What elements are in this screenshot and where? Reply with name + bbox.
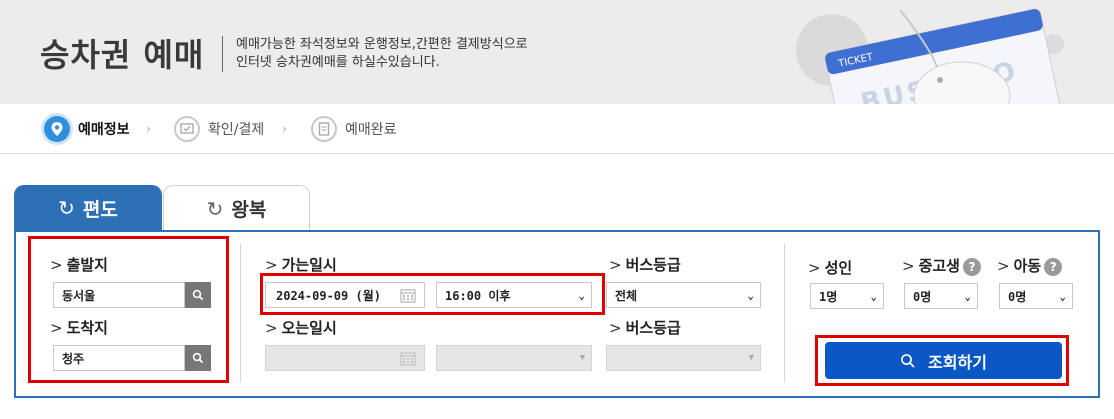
- chevron-down-icon: ⌄: [870, 289, 877, 303]
- divider: [240, 244, 241, 382]
- tab-one-way[interactable]: ↻ 편도: [14, 185, 162, 231]
- page-title: 승차권 예매: [40, 36, 205, 74]
- go-date-label: > 가는일시: [265, 256, 337, 274]
- student-label: > 중고생?: [902, 255, 981, 276]
- child-label: > 아동?: [997, 255, 1063, 276]
- search-highlight: [815, 335, 1069, 386]
- adult-count-select[interactable]: 1명 ⌄: [810, 283, 884, 309]
- chevron-down-icon: ⌄: [964, 289, 971, 303]
- go-grade-value: 전체: [615, 288, 638, 303]
- return-date-label: > 오는일시: [265, 319, 337, 337]
- return-grade-label: > 버스등급: [609, 319, 681, 337]
- caret-down-icon: ▼: [748, 353, 754, 363]
- tab-round-trip[interactable]: ↻ 왕복: [163, 185, 310, 231]
- return-time-select[interactable]: ▼: [436, 345, 592, 371]
- payment-check-icon: [174, 116, 200, 142]
- ticket-mouse-illustration: TICKET BUSTAGO: [796, 8, 1064, 104]
- adult-label: > 성인: [808, 259, 853, 277]
- schedule-highlight: [260, 273, 605, 315]
- refresh-icon: ↻: [206, 196, 224, 221]
- refresh-icon: ↻: [58, 196, 75, 220]
- student-count-select[interactable]: 0명 ⌄: [904, 283, 978, 309]
- return-grade-select[interactable]: ▼: [606, 345, 761, 371]
- title-divider: [222, 36, 223, 72]
- adult-count-value: 1명: [819, 289, 838, 304]
- step-label: 확인/결제: [208, 122, 265, 138]
- chevron-right-icon: ›: [146, 122, 151, 136]
- help-icon[interactable]: ?: [962, 257, 981, 276]
- tab-label: 편도: [82, 198, 118, 221]
- child-count-value: 0명: [1008, 289, 1027, 304]
- step-reservation-info: 예매정보: [44, 115, 130, 143]
- booking-steps: 예매정보 › 확인/결제 › 예매완료: [0, 104, 1114, 154]
- calendar-icon: [400, 352, 416, 366]
- step-complete: 예매완료: [311, 115, 397, 143]
- location-pin-icon: [44, 116, 70, 142]
- chevron-down-icon: ⌄: [1059, 289, 1066, 303]
- student-count-value: 0명: [913, 289, 932, 304]
- chevron-right-icon: ›: [282, 122, 287, 136]
- tab-label: 왕복: [231, 199, 267, 221]
- chevron-down-icon: ⌄: [747, 288, 754, 302]
- return-date-field[interactable]: [265, 345, 425, 371]
- go-grade-label: > 버스등급: [609, 256, 681, 274]
- help-icon[interactable]: ?: [1044, 257, 1063, 276]
- caret-down-icon: ▼: [579, 353, 585, 363]
- go-grade-select[interactable]: 전체 ⌄: [606, 282, 761, 308]
- page-description: 예매가능한 좌석정보와 운행정보,간편한 결제방식으로 인터넷 승차권예매를 하…: [236, 36, 528, 72]
- route-highlight: [28, 236, 229, 383]
- header-banner: 승차권 예매 예매가능한 좌석정보와 운행정보,간편한 결제방식으로 인터넷 승…: [0, 0, 1114, 104]
- step-label: 예매완료: [345, 122, 397, 138]
- step-label: 예매정보: [78, 122, 130, 138]
- description-line-2: 인터넷 승차권예매를 하실수있습니다.: [236, 55, 440, 70]
- document-icon: [311, 116, 337, 142]
- step-confirm-payment: 확인/결제: [174, 115, 264, 143]
- child-count-select[interactable]: 0명 ⌄: [999, 283, 1073, 309]
- divider: [784, 244, 785, 382]
- description-line-1: 예매가능한 좌석정보와 운행정보,간편한 결제방식으로: [236, 37, 528, 52]
